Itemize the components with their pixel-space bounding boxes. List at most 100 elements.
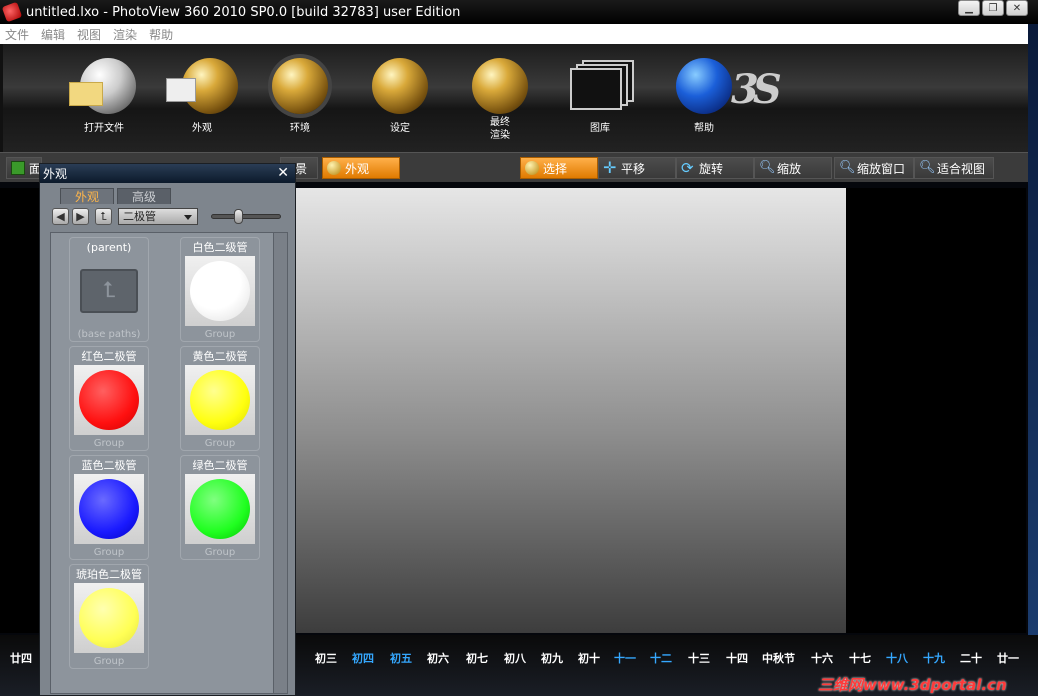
item-sub: Group	[204, 329, 236, 340]
pan-tool-button[interactable]: ✛ 平移	[598, 157, 676, 179]
appearance-button[interactable]: 外观	[157, 58, 247, 135]
library-button[interactable]: 图库	[555, 58, 645, 135]
forward-arrow-icon[interactable]: ▶	[72, 208, 89, 225]
material-item[interactable]: 琥珀色二极管 Group	[69, 564, 149, 669]
item-sub: Group	[93, 547, 125, 558]
material-item[interactable]: 白色二级管 Group	[180, 237, 260, 342]
zoom-window-label: 缩放窗口	[857, 161, 906, 176]
panel-scrollbar[interactable]	[273, 233, 287, 693]
library-label: 图库	[590, 123, 610, 134]
item-name: (parent)	[86, 241, 132, 254]
gear-icon	[372, 58, 428, 114]
material-item[interactable]: 绿色二极管 Group	[180, 455, 260, 560]
rotate-tool-button[interactable]: ⟳ 旋转	[676, 157, 754, 179]
back-arrow-icon[interactable]: ◀	[52, 208, 69, 225]
slider-knob[interactable]	[234, 209, 243, 224]
item-sub: Group	[204, 547, 236, 558]
item-thumb	[185, 365, 255, 435]
render-icon	[472, 58, 528, 114]
final-render-button[interactable]: 最终 渲染	[455, 58, 545, 142]
zoom-label: 缩放	[777, 161, 802, 176]
parent-folder-item[interactable]: (parent) ⮤ (base paths)	[69, 237, 149, 342]
cal-day: 二十	[960, 652, 982, 665]
tab-scene[interactable]: 面	[6, 157, 42, 179]
menu-file[interactable]: 文件	[5, 26, 29, 43]
menu-edit[interactable]: 编辑	[41, 26, 65, 43]
cal-day: 十六	[811, 652, 833, 665]
rotate-label: 旋转	[699, 161, 724, 176]
panel-title-bar[interactable]: 外观 ✕	[40, 164, 295, 183]
cal-day: 廿一	[997, 652, 1019, 665]
pan-icon: ✛	[603, 158, 617, 177]
sphere-preview	[79, 479, 139, 539]
cal-day: 十一	[614, 652, 636, 665]
final-render-label-1: 最终	[490, 117, 510, 128]
cal-day: 十四	[726, 652, 748, 665]
item-name: 白色二级管	[192, 241, 248, 254]
select-icon	[525, 161, 539, 175]
item-sub: (base paths)	[77, 329, 141, 340]
cal-day: 十三	[688, 652, 710, 665]
cal-day: 廿四	[10, 652, 32, 665]
panel-tabs: 外观 高级	[60, 188, 171, 204]
environment-label: 环境	[290, 123, 310, 134]
sphere-preview	[190, 479, 250, 539]
appearance-panel: 外观 ✕ 外观 高级 ◀ ▶ ⮤ 二极管 (parent) ⮤ (base pa…	[39, 163, 296, 696]
zoom-window-icon: 🔍︎	[839, 160, 856, 175]
appearance-label: 外观	[192, 123, 212, 134]
render-viewport[interactable]	[296, 188, 846, 633]
settings-button[interactable]: 设定	[355, 58, 445, 135]
desktop-background	[1028, 24, 1038, 636]
up-folder-icon[interactable]: ⮤	[95, 208, 112, 225]
zoom-tool-button[interactable]: 🔍︎ 缩放	[754, 157, 832, 179]
menu-view[interactable]: 视图	[77, 26, 101, 43]
folder-select[interactable]: 二极管	[118, 208, 198, 225]
cal-day: 初三	[315, 652, 337, 665]
item-sub: Group	[93, 438, 125, 449]
appearance-tab-icon	[327, 161, 341, 175]
item-thumb	[185, 256, 255, 326]
environment-icon	[272, 58, 328, 114]
maximize-button[interactable]: ❐	[982, 0, 1004, 16]
menu-help[interactable]: 帮助	[149, 26, 173, 43]
open-file-button[interactable]: 打开文件	[59, 58, 149, 135]
tab-panel-appearance[interactable]: 外观	[60, 188, 114, 204]
left-black-area	[0, 188, 40, 633]
zoom-window-button[interactable]: 🔍︎ 缩放窗口	[834, 157, 914, 179]
thumbnail-size-slider[interactable]	[211, 209, 281, 224]
fit-view-button[interactable]: 🔍︎ 适合视图	[914, 157, 994, 179]
menu-render[interactable]: 渲染	[113, 26, 137, 43]
close-button[interactable]: ✕	[1006, 0, 1028, 16]
sphere-preview	[190, 370, 250, 430]
cal-day: 中秋节	[762, 652, 795, 665]
sphere-preview	[79, 588, 139, 648]
window-title: untitled.lxo - PhotoView 360 2010 SP0.0 …	[26, 4, 461, 20]
environment-button[interactable]: 环境	[255, 58, 345, 135]
item-name: 绿色二极管	[192, 459, 248, 472]
item-sub: Group	[93, 656, 125, 667]
fit-view-icon: 🔍︎	[919, 160, 936, 175]
minimize-button[interactable]: ▁	[958, 0, 980, 16]
select-tool-button[interactable]: 选择	[520, 157, 598, 179]
tab-panel-advanced[interactable]: 高级	[117, 188, 171, 204]
panel-nav: ◀ ▶ ⮤ 二极管	[52, 208, 281, 225]
help-label: 帮助	[694, 123, 714, 134]
menu-bar: 文件 编辑 视图 渲染 帮助	[0, 24, 1028, 44]
app-icon	[1, 1, 23, 23]
material-item[interactable]: 黄色二极管 Group	[180, 346, 260, 451]
close-icon[interactable]: ✕	[277, 165, 289, 181]
material-item[interactable]: 红色二极管 Group	[69, 346, 149, 451]
main-toolbar: 打开文件 外观 环境 设定 最终 渲染 图库 帮助 3S	[0, 44, 1028, 152]
app-root: untitled.lxo - PhotoView 360 2010 SP0.0 …	[0, 0, 1038, 696]
cal-day: 初十	[578, 652, 600, 665]
cal-day: 十七	[849, 652, 871, 665]
cal-day: 初八	[504, 652, 526, 665]
item-thumb	[74, 365, 144, 435]
tab-appearance[interactable]: 外观	[322, 157, 400, 179]
cal-day: 初五	[390, 652, 412, 665]
item-thumb	[185, 474, 255, 544]
cal-day: 初六	[427, 652, 449, 665]
settings-label: 设定	[390, 123, 410, 134]
brand-logo: 3S	[731, 66, 782, 113]
material-item[interactable]: 蓝色二极管 Group	[69, 455, 149, 560]
